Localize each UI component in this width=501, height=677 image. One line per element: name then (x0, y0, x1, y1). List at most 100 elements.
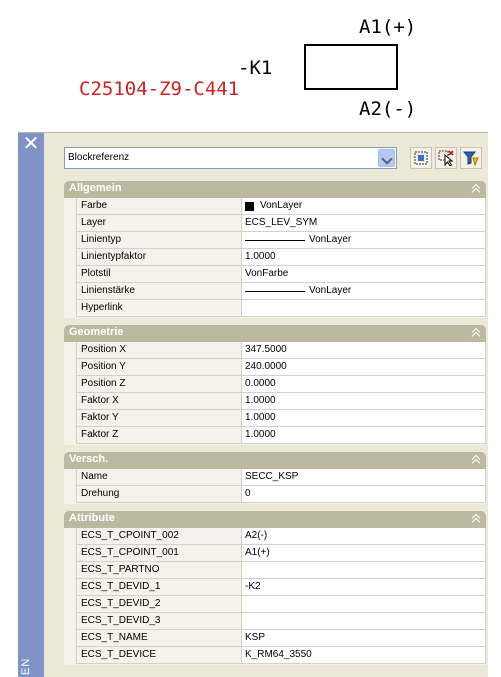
property-name: Faktor Y (76, 410, 242, 426)
property-value[interactable]: 1.0000 (242, 249, 486, 265)
select-objects-icon (438, 150, 454, 166)
palette-content: Blockreferenz Allgemein Farbe VonLayer L… (44, 133, 488, 677)
property-value[interactable]: 240.0000 (242, 359, 486, 375)
color-swatch-icon (245, 201, 254, 211)
property-name: ECS_T_DEVID_3 (76, 613, 242, 629)
property-row[interactable]: Linientypfaktor 1.0000 (76, 249, 486, 266)
property-value[interactable]: VonLayer (242, 198, 486, 214)
property-name: Linientypfaktor (76, 249, 242, 265)
section-title: Versch. (69, 453, 109, 465)
property-name: Name (76, 469, 242, 485)
terminal-label-bottom: A2(-) (359, 98, 417, 120)
property-value[interactable]: A2(-) (242, 528, 486, 544)
terminal-label-top: A1(+) (359, 16, 417, 38)
property-name: Drehung (76, 486, 242, 502)
property-value[interactable]: 1.0000 (242, 393, 486, 409)
section-general: Allgemein Farbe VonLayer Layer ECS_LEV_S… (64, 181, 486, 318)
section-header-geometry[interactable]: Geometrie (64, 325, 486, 342)
property-value[interactable]: 1.0000 (242, 410, 486, 426)
property-row[interactable]: ECS_T_CPOINT_002 A2(-) (76, 528, 486, 545)
coil-symbol[interactable] (304, 44, 398, 90)
property-value[interactable]: KSP (242, 630, 486, 646)
device-tag-label: -K1 (238, 57, 273, 79)
section-title: Geometrie (69, 326, 124, 338)
section-header-misc[interactable]: Versch. (64, 452, 486, 469)
section-body: Farbe VonLayer Layer ECS_LEV_SYM Linient… (64, 198, 486, 318)
property-row[interactable]: ECS_T_PARTNO (76, 562, 486, 579)
select-objects-button[interactable] (435, 147, 457, 169)
property-value[interactable]: VonLayer (242, 283, 486, 299)
property-name: Position X (76, 342, 242, 358)
property-value[interactable]: VonLayer (242, 232, 486, 248)
quick-select-button[interactable] (410, 147, 432, 169)
property-row[interactable]: Linientyp VonLayer (76, 232, 486, 249)
property-value[interactable]: K_RM64_3550 (242, 647, 486, 663)
property-row[interactable]: ECS_T_CPOINT_001 A1(+) (76, 545, 486, 562)
property-value[interactable]: ECS_LEV_SYM (242, 215, 486, 231)
property-row[interactable]: Position X 347.5000 (76, 342, 486, 359)
property-row[interactable]: Drehung 0 (76, 486, 486, 503)
chevron-up-icon[interactable] (471, 514, 481, 525)
toggle-pickadd-icon (463, 151, 479, 166)
section-misc: Versch. Name SECC_KSP Drehung 0 (64, 452, 486, 504)
property-value[interactable] (242, 613, 486, 629)
property-row[interactable]: Faktor X 1.0000 (76, 393, 486, 410)
object-type-dropdown[interactable]: Blockreferenz (64, 147, 397, 169)
property-row[interactable]: ECS_T_DEVID_3 (76, 613, 486, 630)
property-value[interactable]: -K2 (242, 579, 486, 595)
close-icon[interactable]: ✕ (21, 133, 41, 153)
section-body: Position X 347.5000 Position Y 240.0000 … (64, 342, 486, 445)
property-value[interactable]: SECC_KSP (242, 469, 486, 485)
property-value[interactable]: 1.0000 (242, 427, 486, 443)
property-name: ECS_T_PARTNO (76, 562, 242, 578)
property-row[interactable]: Plotstil VonFarbe (76, 266, 486, 283)
property-row[interactable]: ECS_T_DEVICE K_RM64_3550 (76, 647, 486, 664)
chevron-down-icon[interactable] (378, 149, 395, 167)
property-value[interactable]: 0 (242, 486, 486, 502)
chevron-up-icon[interactable] (471, 455, 481, 466)
property-name: Position Y (76, 359, 242, 375)
property-value[interactable] (242, 562, 486, 578)
chevron-up-icon[interactable] (471, 328, 481, 339)
part-number-label: C25104-Z9-C441 (79, 78, 240, 100)
property-row[interactable]: Faktor Y 1.0000 (76, 410, 486, 427)
chevron-up-icon[interactable] (471, 184, 481, 195)
section-header-general[interactable]: Allgemein (64, 181, 486, 198)
property-row[interactable]: Layer ECS_LEV_SYM (76, 215, 486, 232)
palette-title: EN (20, 657, 32, 675)
property-row[interactable]: Farbe VonLayer (76, 198, 486, 215)
property-name: ECS_T_CPOINT_001 (76, 545, 242, 561)
property-name: ECS_T_CPOINT_002 (76, 528, 242, 544)
property-row[interactable]: Position Y 240.0000 (76, 359, 486, 376)
property-row[interactable]: ECS_T_DEVID_1 -K2 (76, 579, 486, 596)
palette-title-strip[interactable]: ✕ EN (18, 133, 44, 677)
drawing-canvas[interactable]: A1(+) -K1 C25104-Z9-C441 A2(-) (0, 0, 501, 128)
property-row[interactable]: Faktor Z 1.0000 (76, 427, 486, 444)
section-title: Allgemein (69, 182, 122, 194)
property-name: Linienstärke (76, 283, 242, 299)
property-name: Farbe (76, 198, 242, 214)
property-value[interactable]: 0.0000 (242, 376, 486, 392)
quick-select-icon (414, 151, 428, 165)
property-value[interactable] (242, 300, 486, 316)
property-row[interactable]: Name SECC_KSP (76, 469, 486, 486)
selection-row: Blockreferenz (64, 147, 485, 169)
linetype-preview-icon (245, 239, 305, 241)
property-name: ECS_T_DEVID_2 (76, 596, 242, 612)
property-row[interactable]: ECS_T_DEVID_2 (76, 596, 486, 613)
property-name: ECS_T_DEVID_1 (76, 579, 242, 595)
property-name: Faktor Z (76, 427, 242, 443)
property-row[interactable]: Position Z 0.0000 (76, 376, 486, 393)
property-name: ECS_T_NAME (76, 630, 242, 646)
property-value[interactable]: A1(+) (242, 545, 486, 561)
property-value[interactable]: 347.5000 (242, 342, 486, 358)
property-row[interactable]: Hyperlink (76, 300, 486, 317)
toggle-pickadd-button[interactable] (460, 147, 482, 169)
properties-palette: ✕ EN Blockreferenz Allgemein Farbe VonLa… (18, 132, 488, 677)
property-name: ECS_T_DEVICE (76, 647, 242, 663)
section-header-attributes[interactable]: Attribute (64, 511, 486, 528)
property-row[interactable]: ECS_T_NAME KSP (76, 630, 486, 647)
property-value[interactable] (242, 596, 486, 612)
property-row[interactable]: Linienstärke VonLayer (76, 283, 486, 300)
property-value[interactable]: VonFarbe (242, 266, 486, 282)
